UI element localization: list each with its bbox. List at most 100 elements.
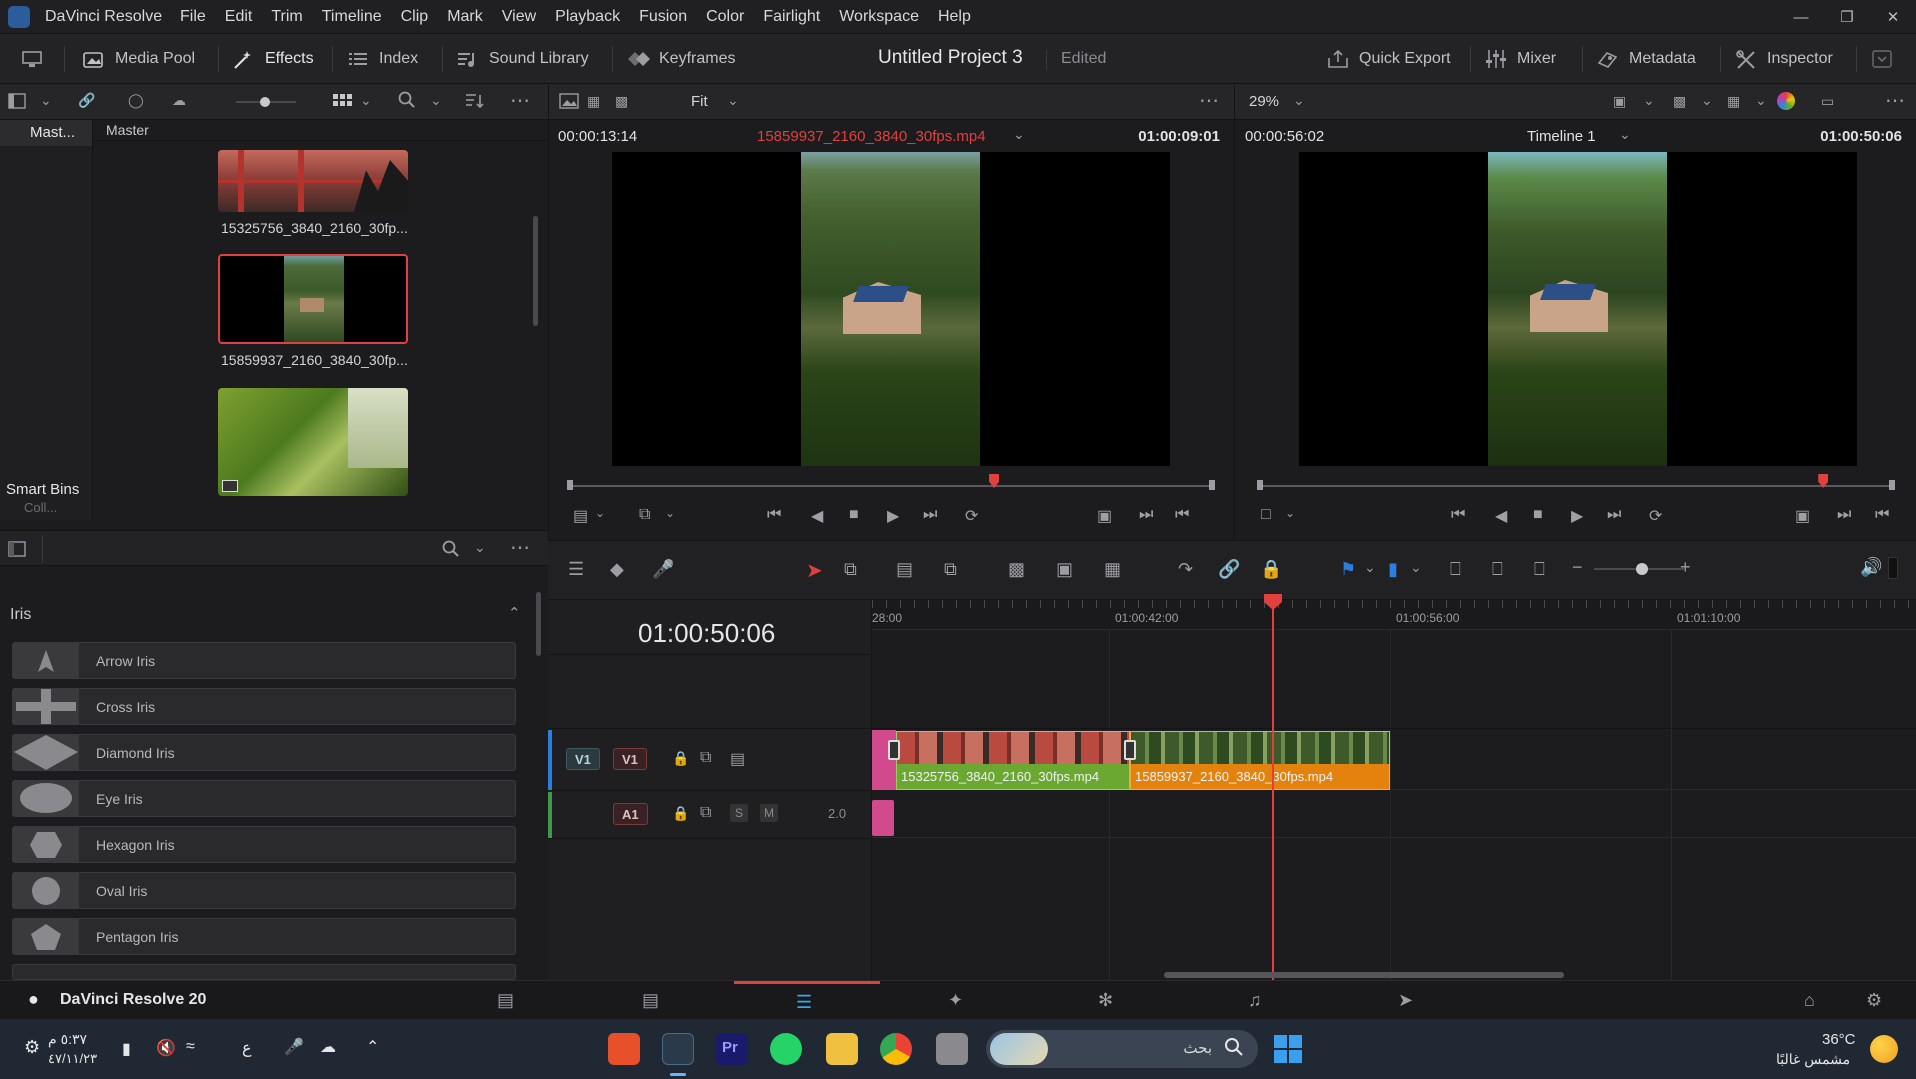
color-wheel-icon[interactable] xyxy=(1777,92,1795,110)
premiere-app-icon[interactable]: Pr xyxy=(716,1033,748,1065)
zoom-full-icon[interactable]: ⎕ xyxy=(1450,559,1461,580)
stop-icon[interactable]: ■ xyxy=(1533,506,1543,524)
timeline-playhead[interactable] xyxy=(1264,594,1282,980)
cut-page-icon[interactable]: ▤ xyxy=(642,990,659,1011)
effect-item-pentagon-iris[interactable]: Pentagon Iris xyxy=(12,918,516,955)
lock-icon[interactable]: 🔒 xyxy=(672,750,689,767)
track-label-v1[interactable]: V1 xyxy=(613,748,647,770)
transition[interactable] xyxy=(872,730,896,790)
inspector-button[interactable]: Inspector xyxy=(1734,46,1833,72)
close-icon[interactable]: ✕ xyxy=(1870,0,1916,34)
timeline-clip[interactable]: 15325756_3840_2160_30fps.mp4 xyxy=(896,731,1130,790)
mute-icon[interactable]: 🔇 xyxy=(156,1038,176,1058)
battery-icon[interactable]: ▮ xyxy=(122,1039,131,1059)
chevron-down-icon[interactable]: ⌄ xyxy=(1364,559,1376,576)
zoom-out-icon[interactable]: − xyxy=(1572,557,1583,578)
fullscreen-icon[interactable]: ▭ xyxy=(1821,93,1834,110)
collapse-toolbar-button[interactable] xyxy=(1870,46,1894,72)
sidebar-toggle-icon[interactable] xyxy=(8,541,26,557)
overwrite-clip-icon[interactable]: ▣ xyxy=(1056,559,1073,580)
stop-icon[interactable]: ■ xyxy=(849,506,859,524)
clip-thumbnail[interactable] xyxy=(218,150,408,212)
marker-icon[interactable]: ▮ xyxy=(1388,559,1398,580)
wifi-icon[interactable]: ≈ xyxy=(186,1038,195,1056)
volume-icon[interactable]: 🔊 xyxy=(1860,557,1882,578)
timeline-options-icon[interactable]: ☰ xyxy=(568,559,584,580)
settings-gear-icon[interactable]: ⚙ xyxy=(1866,990,1882,1011)
fx-overlay-icon[interactable]: ▩ xyxy=(1673,93,1686,110)
prev-edit-icon[interactable]: ⏮ xyxy=(1175,506,1189,524)
chevron-down-icon[interactable]: ⌄ xyxy=(665,506,675,520)
fusion-page-icon[interactable]: ✦ xyxy=(948,990,963,1011)
menu-mark[interactable]: Mark xyxy=(447,8,483,26)
panel-layout-button[interactable] xyxy=(20,46,44,72)
insert-clip-icon[interactable]: ▩ xyxy=(1008,559,1025,580)
sidebar-toggle-icon[interactable] xyxy=(8,93,26,109)
loop-icon[interactable]: ⟳ xyxy=(1649,506,1662,526)
view-options-icon[interactable]: □ xyxy=(1261,506,1271,524)
windows-start-icon[interactable] xyxy=(1274,1035,1302,1063)
play-icon[interactable]: ▶ xyxy=(1571,506,1583,526)
mute-button[interactable]: M xyxy=(760,804,778,822)
menu-playback[interactable]: Playback xyxy=(555,8,620,26)
clock-time[interactable]: ٥:٣٧ م xyxy=(48,1031,87,1048)
weather-condition[interactable]: مشمس غالبًا xyxy=(1776,1051,1850,1068)
chevron-down-icon[interactable]: ⌄ xyxy=(727,92,739,109)
menu-timeline[interactable]: Timeline xyxy=(322,8,382,26)
menu-edit[interactable]: Edit xyxy=(225,8,253,26)
grid-icon[interactable]: ▩ xyxy=(615,93,628,110)
index-button[interactable]: Index xyxy=(346,46,418,72)
chevron-down-icon[interactable]: ⌄ xyxy=(40,92,52,109)
source-track-v1[interactable]: V1 xyxy=(566,748,600,770)
zoom-in-icon[interactable]: + xyxy=(1680,557,1691,578)
play-icon[interactable]: ▶ xyxy=(887,506,899,526)
timeline-scrollbar[interactable] xyxy=(1164,972,1564,978)
effect-item-eye-iris[interactable]: Eye Iris xyxy=(12,780,516,817)
menu-fairlight[interactable]: Fairlight xyxy=(763,8,820,26)
go-to-end-icon[interactable]: ⏭ xyxy=(1607,506,1621,524)
solo-button[interactable]: S xyxy=(730,804,748,822)
timeline-video-frame[interactable] xyxy=(1299,152,1857,466)
thumbnail-size-slider[interactable] xyxy=(236,97,296,107)
settings-gear-icon[interactable]: ⚙ xyxy=(24,1037,40,1058)
davinci-app-icon[interactable] xyxy=(662,1033,694,1065)
chevron-down-icon[interactable]: ⌄ xyxy=(474,539,486,556)
transition-handle-icon[interactable] xyxy=(888,740,900,760)
transition-handle-icon[interactable] xyxy=(1124,740,1136,760)
more-options-icon[interactable]: ⋯ xyxy=(510,88,530,113)
chevron-down-icon[interactable]: ⌄ xyxy=(1643,92,1655,109)
transform-icon[interactable]: ▦ xyxy=(1727,93,1740,110)
dynamic-trim-icon[interactable]: ▤ xyxy=(896,559,913,580)
chevron-down-icon[interactable]: ⌄ xyxy=(595,506,605,520)
chevron-down-icon[interactable]: ⌄ xyxy=(1755,92,1767,109)
more-options-icon[interactable]: ⋯ xyxy=(1885,88,1905,113)
timeline-clip[interactable]: 15859937_2160_3840_30fps.mp4 xyxy=(1130,731,1390,790)
effects-button[interactable]: Effects xyxy=(232,46,314,72)
menu-fusion[interactable]: Fusion xyxy=(639,8,687,26)
minimize-icon[interactable]: — xyxy=(1778,0,1824,34)
play-reverse-icon[interactable]: ◀ xyxy=(811,506,823,526)
blade-tool-icon[interactable]: ⧉ xyxy=(944,559,957,580)
smart-bins-label[interactable]: Smart Bins xyxy=(6,481,79,498)
more-options-icon[interactable]: ⋯ xyxy=(1199,88,1219,113)
chevron-down-icon[interactable]: ⌄ xyxy=(430,92,442,109)
replace-clip-icon[interactable]: ▦ xyxy=(1104,559,1121,580)
match-frame-icon[interactable]: ⧉ xyxy=(639,506,650,524)
flag-icon[interactable]: ⚑ xyxy=(1340,559,1356,580)
mixer-button[interactable]: Mixer xyxy=(1484,46,1556,72)
video-track-toggle-icon[interactable]: ▤ xyxy=(730,749,745,769)
effect-item-oval-iris[interactable]: Oval Iris xyxy=(12,872,516,909)
media-pool-button[interactable]: Media Pool xyxy=(82,46,195,72)
sound-library-button[interactable]: Sound Library xyxy=(456,46,589,72)
timeline-zoom-slider[interactable] xyxy=(1594,563,1684,575)
menu-help[interactable]: Help xyxy=(938,8,971,26)
snapping-icon[interactable]: ↷ xyxy=(1178,559,1193,580)
chevron-down-icon[interactable]: ⌄ xyxy=(1013,126,1025,143)
loop-icon[interactable]: ⟳ xyxy=(965,506,978,526)
next-edit-icon[interactable]: ⏭ xyxy=(1139,506,1153,524)
mark-in-out-icon[interactable]: ▣ xyxy=(1795,506,1810,526)
scrollbar[interactable] xyxy=(533,216,538,326)
more-options-icon[interactable]: ⋯ xyxy=(510,535,530,560)
task-view-icon[interactable] xyxy=(936,1033,968,1065)
menu-workspace[interactable]: Workspace xyxy=(839,8,919,26)
